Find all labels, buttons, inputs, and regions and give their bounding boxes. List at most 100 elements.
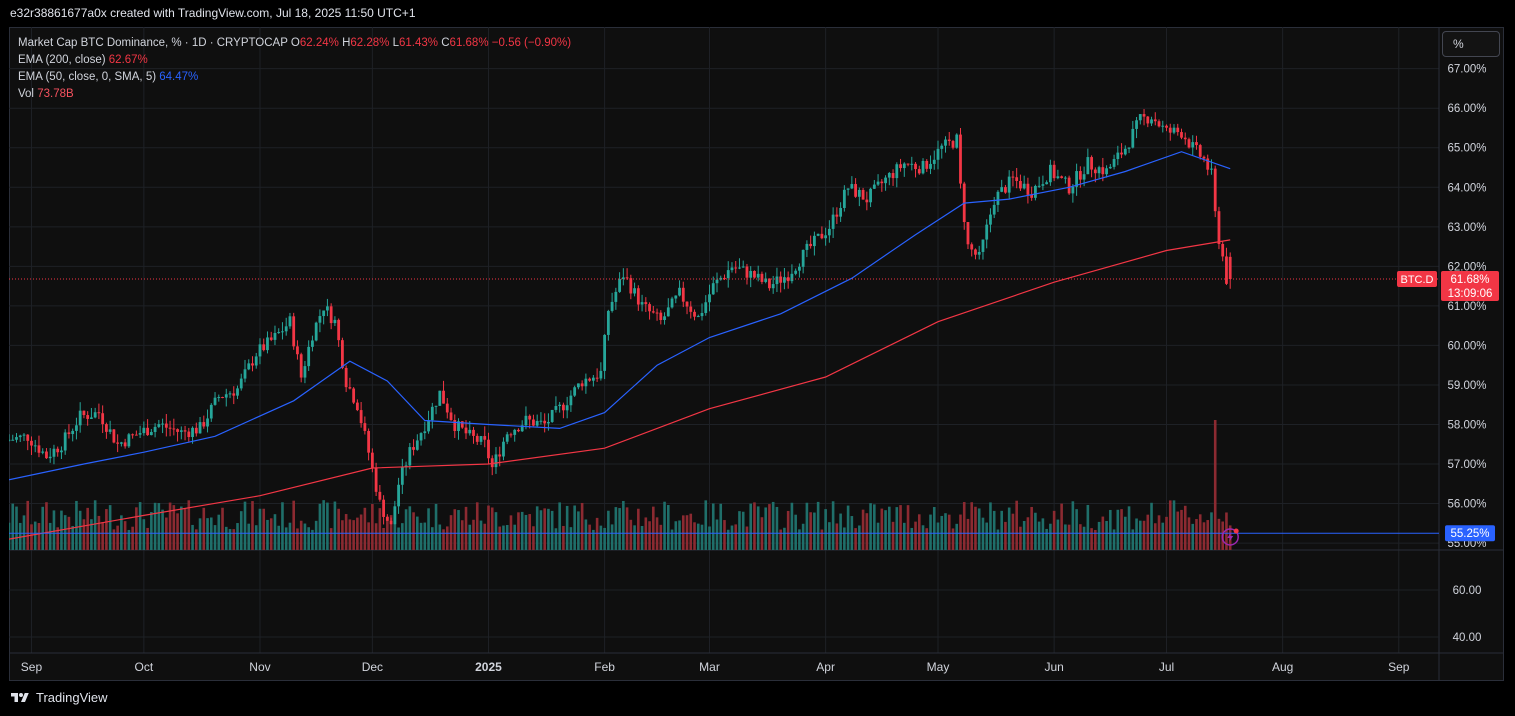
candle-body[interactable] — [15, 437, 18, 440]
candle-body[interactable] — [996, 191, 1000, 205]
price-chart[interactable]: Sep Oct Nov Dec 2025 Feb Mar Apr May Jun Jul Aug Sep… — [9, 27, 1504, 681]
candle-body[interactable] — [783, 277, 786, 283]
candle-body[interactable] — [509, 434, 513, 436]
candle-body[interactable] — [288, 316, 292, 327]
candle-body[interactable] — [1198, 145, 1202, 157]
candle-body[interactable] — [625, 277, 629, 279]
candle-body[interactable] — [929, 163, 932, 169]
candle-body[interactable] — [869, 188, 872, 203]
candle-body[interactable] — [412, 447, 415, 450]
candle-body[interactable] — [1142, 114, 1146, 117]
candle-body[interactable] — [52, 448, 56, 457]
candle-body[interactable] — [711, 283, 715, 295]
candle-body[interactable] — [314, 322, 318, 341]
candle-body[interactable] — [1146, 116, 1150, 124]
candle-body[interactable] — [599, 370, 603, 379]
candle-body[interactable] — [1168, 127, 1172, 133]
candle-body[interactable] — [378, 491, 382, 500]
candle-body[interactable] — [562, 404, 565, 411]
candle-body[interactable] — [78, 410, 82, 426]
candle-body[interactable] — [891, 173, 895, 179]
candle-body[interactable] — [45, 451, 48, 459]
candle-body[interactable] — [696, 316, 700, 318]
candle-body[interactable] — [311, 340, 314, 347]
candle-body[interactable] — [704, 302, 708, 313]
candle-body[interactable] — [974, 249, 977, 255]
candle-body[interactable] — [1037, 185, 1041, 187]
candle-body[interactable] — [524, 415, 528, 426]
candle-body[interactable] — [393, 506, 397, 525]
candle-body[interactable] — [842, 189, 846, 208]
candle-body[interactable] — [1150, 119, 1153, 124]
candle-body[interactable] — [198, 422, 202, 434]
candle-body[interactable] — [389, 520, 393, 525]
candle-body[interactable] — [565, 405, 569, 411]
candle-body[interactable] — [1202, 156, 1206, 159]
candle-body[interactable] — [884, 177, 887, 184]
candle-body[interactable] — [494, 454, 498, 468]
candle-body[interactable] — [374, 467, 378, 492]
candle-body[interactable] — [269, 337, 273, 340]
candle-body[interactable] — [116, 442, 120, 444]
candle-body[interactable] — [554, 406, 558, 410]
candle-body[interactable] — [1052, 164, 1056, 179]
candle-body[interactable] — [97, 412, 101, 414]
candle-body[interactable] — [1026, 183, 1030, 195]
candle-body[interactable] — [633, 288, 636, 294]
candle-body[interactable] — [146, 427, 150, 436]
candle-body[interactable] — [932, 159, 936, 164]
candle-body[interactable] — [1135, 120, 1138, 129]
candle-body[interactable] — [213, 397, 217, 405]
candle-body[interactable] — [1067, 177, 1071, 194]
candle-body[interactable] — [1187, 139, 1191, 148]
candle-body[interactable] — [472, 429, 475, 436]
candle-body[interactable] — [82, 410, 86, 416]
candle-body[interactable] — [970, 244, 974, 250]
candle-body[interactable] — [479, 436, 483, 442]
candle-body[interactable] — [685, 301, 689, 307]
candle-body[interactable] — [925, 160, 929, 169]
candle-body[interactable] — [1183, 137, 1187, 140]
candle-body[interactable] — [400, 466, 404, 485]
candle-body[interactable] — [202, 422, 206, 427]
candle-body[interactable] — [438, 390, 442, 406]
candle-body[interactable] — [689, 306, 693, 312]
candle-body[interactable] — [281, 331, 284, 333]
candle-body[interactable] — [108, 429, 112, 432]
candle-body[interactable] — [284, 326, 288, 332]
candle-body[interactable] — [1105, 168, 1108, 175]
candle-body[interactable] — [663, 316, 666, 321]
legend-volume-row[interactable]: Vol 73.78B — [18, 86, 571, 103]
candle-body[interactable] — [191, 427, 194, 438]
candle-body[interactable] — [857, 189, 861, 197]
candle-body[interactable] — [543, 420, 547, 424]
candle-body[interactable] — [775, 276, 779, 285]
candle-body[interactable] — [517, 429, 520, 432]
candle-body[interactable] — [299, 354, 303, 378]
candle-body[interactable] — [1004, 187, 1007, 193]
candle-body[interactable] — [603, 334, 607, 371]
candle-body[interactable] — [966, 222, 970, 245]
candle-body[interactable] — [187, 431, 191, 438]
candle-body[interactable] — [887, 173, 891, 178]
candle-body[interactable] — [588, 378, 592, 381]
candle-body[interactable] — [277, 332, 281, 334]
candle-body[interactable] — [1090, 157, 1093, 170]
candle-body[interactable] — [1112, 159, 1116, 167]
candle-body[interactable] — [71, 430, 75, 435]
candle-body[interactable] — [1217, 211, 1221, 244]
candle-body[interactable] — [985, 224, 989, 240]
candle-body[interactable] — [741, 266, 745, 268]
candle-body[interactable] — [944, 139, 947, 146]
candle-body[interactable] — [700, 312, 704, 317]
candle-body[interactable] — [1213, 168, 1217, 212]
candle-body[interactable] — [940, 145, 944, 149]
candle-body[interactable] — [149, 431, 153, 436]
candle-body[interactable] — [1093, 169, 1097, 174]
candle-body[interactable] — [831, 214, 835, 229]
candle-body[interactable] — [63, 432, 67, 451]
candle-body[interactable] — [1048, 164, 1052, 183]
candle-body[interactable] — [453, 419, 457, 432]
candle-body[interactable] — [498, 454, 502, 457]
candle-body[interactable] — [60, 450, 63, 453]
